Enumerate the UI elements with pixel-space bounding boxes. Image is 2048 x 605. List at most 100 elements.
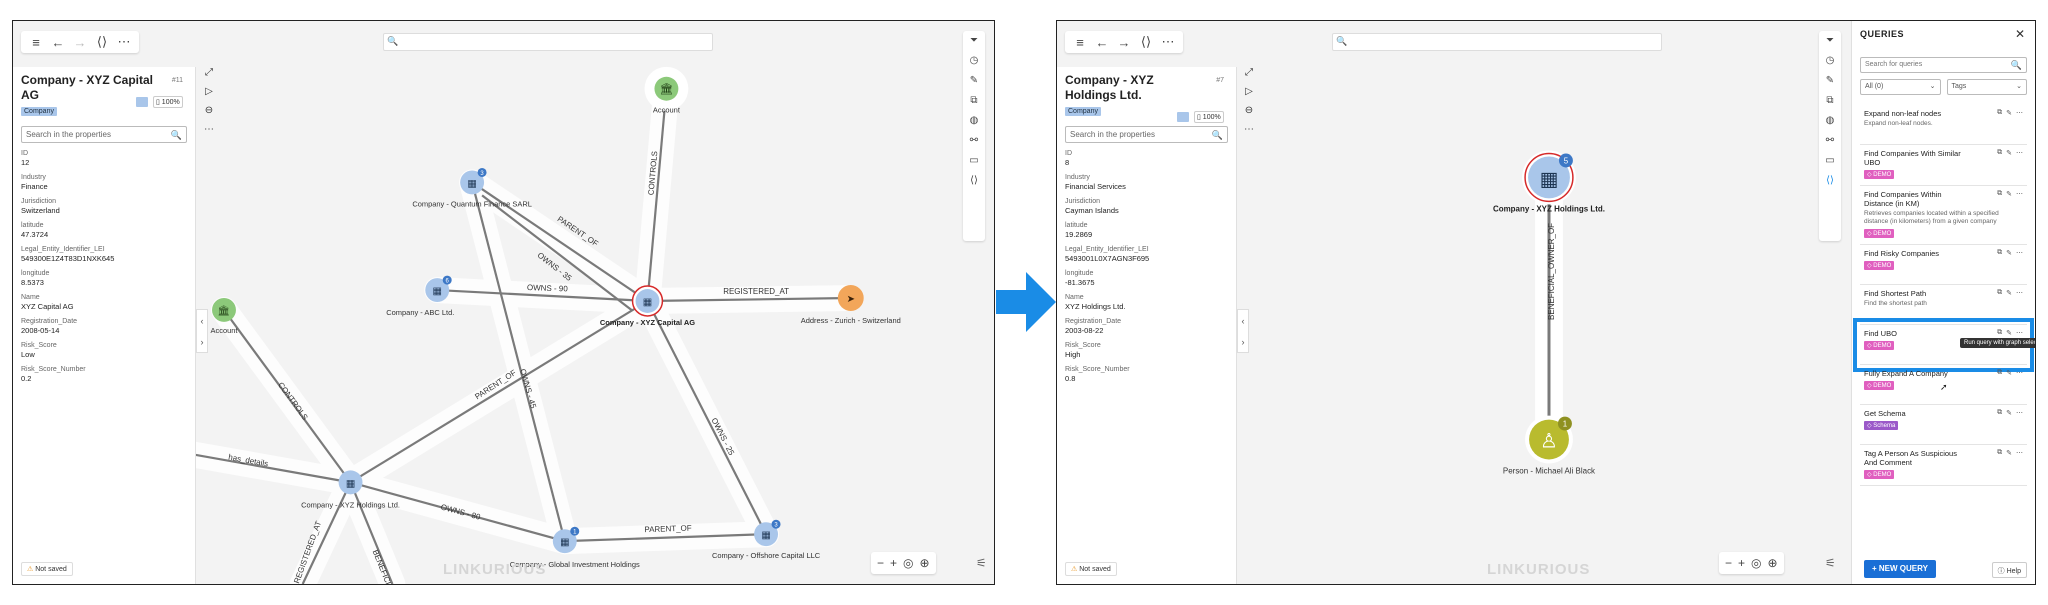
run-with-selection-icon[interactable]: ⧉ (1997, 149, 2002, 157)
more-icon[interactable]: ⋯ (2016, 369, 2023, 377)
code-icon[interactable]: ⟨⟩ (1826, 175, 1834, 186)
query-item[interactable]: Find Shortest Path Find the shortest path… (1860, 285, 2027, 325)
brush-icon[interactable]: ✎ (1826, 75, 1834, 86)
style-icon[interactable]: ◍ (1826, 115, 1835, 126)
edit-icon[interactable]: ✎ (2006, 149, 2012, 157)
graph-node[interactable]: ▦ 6 Company - ABC Ltd. (386, 275, 454, 317)
zoom-out-icon[interactable]: − (877, 556, 884, 570)
globe-icon[interactable]: ⊕ (1768, 556, 1778, 570)
zoom-chip[interactable]: ▯ 100% (1194, 111, 1224, 123)
properties-search-input[interactable]: Search in the properties 🔍 (21, 126, 187, 143)
comment-icon[interactable]: ▭ (969, 155, 978, 166)
properties-search-input[interactable]: Search in the properties 🔍 (1065, 126, 1228, 143)
panel-collapse-tab[interactable]: ‹ › (1237, 309, 1249, 353)
style-icon[interactable]: ◍ (970, 115, 979, 126)
network-icon[interactable]: ⧉ (1826, 95, 1833, 106)
query-item[interactable]: Find Risky Companies ◇ DEMO ⧉ ✎ ⋯ (1860, 245, 2027, 285)
filter-icon[interactable]: ⏷ (970, 35, 978, 46)
category-badge[interactable]: Company (1065, 107, 1101, 116)
clock-icon[interactable]: ◷ (1826, 55, 1835, 66)
more-icon[interactable]: ⋯ (204, 124, 214, 135)
new-query-button[interactable]: + NEW QUERY (1864, 560, 1936, 578)
network-icon[interactable]: ⧉ (970, 95, 977, 106)
edit-icon[interactable]: ✎ (2006, 109, 2012, 117)
code-icon[interactable]: ⟨⟩ (93, 34, 111, 50)
run-with-selection-icon[interactable]: ⧉ (1997, 409, 2002, 417)
color-chip[interactable] (1177, 112, 1189, 122)
more-icon[interactable]: ⋯ (2016, 249, 2023, 257)
edit-icon[interactable]: ✎ (2006, 329, 2012, 337)
edit-icon[interactable]: ✎ (2006, 249, 2012, 257)
edit-icon[interactable]: ✎ (2006, 409, 2012, 417)
layout-icon[interactable]: ⚟ (976, 556, 987, 570)
graph-search-input[interactable]: 🔍 (1332, 33, 1662, 51)
run-with-selection-icon[interactable]: ⧉ (1997, 190, 2002, 198)
play-icon[interactable]: ▷ (205, 86, 213, 97)
expand-icon[interactable]: ⤢ (205, 67, 213, 78)
more-icon[interactable]: ⋯ (1159, 34, 1177, 50)
code-icon[interactable]: ⟨⟩ (1137, 34, 1155, 50)
minus-circle-icon[interactable]: ⊖ (205, 105, 213, 116)
more-icon[interactable]: ⋯ (2016, 190, 2023, 198)
edit-icon[interactable]: ✎ (2006, 369, 2012, 377)
locate-icon[interactable]: ◎ (903, 556, 913, 570)
graph-search-input[interactable]: 🔍 (383, 33, 713, 51)
query-item[interactable]: Find Companies Within Distance (in KM) Re… (1860, 186, 2027, 245)
chevron-left-icon[interactable]: ‹ (201, 316, 204, 326)
run-with-selection-icon[interactable]: ⧉ (1997, 329, 2002, 337)
graph-node[interactable]: ▦ 3 Company - Quantum Finance SARL (412, 167, 532, 208)
more-icon[interactable]: ⋯ (2016, 449, 2023, 457)
zoom-out-icon[interactable]: − (1725, 556, 1732, 570)
zoom-in-icon[interactable]: + (1738, 556, 1745, 570)
filter-all-select[interactable]: All (0) ⌄ (1860, 79, 1941, 95)
close-icon[interactable]: ✕ (2015, 27, 2025, 41)
filter-tags-select[interactable]: Tags ⌄ (1946, 79, 2027, 95)
back-icon[interactable]: ← (49, 35, 67, 50)
graph-node-selected[interactable]: ▦ 5 Company - XYZ Holdings Ltd. (1493, 150, 1605, 214)
edit-icon[interactable]: ✎ (2006, 289, 2012, 297)
play-icon[interactable]: ▷ (1245, 86, 1253, 97)
menu-icon[interactable]: ≡ (1071, 35, 1089, 50)
category-badge[interactable]: Company (21, 107, 57, 116)
minus-circle-icon[interactable]: ⊖ (1245, 105, 1253, 116)
more-icon[interactable]: ⋯ (2016, 109, 2023, 117)
forward-icon[interactable]: → (71, 35, 89, 50)
more-icon[interactable]: ⋯ (1244, 124, 1254, 135)
filter-icon[interactable]: ⏷ (1826, 35, 1834, 46)
edit-icon[interactable]: ✎ (2006, 190, 2012, 198)
forward-icon[interactable]: → (1115, 35, 1133, 50)
run-with-selection-icon[interactable]: ⧉ (1997, 249, 2002, 257)
chevron-left-icon[interactable]: ‹ (1242, 316, 1245, 326)
edge-owns-25[interactable] (646, 300, 768, 535)
query-item[interactable]: Expand non-leaf nodes Expand non-leaf nod… (1860, 105, 2027, 145)
more-icon[interactable]: ⋯ (2016, 409, 2023, 417)
run-with-selection-icon[interactable]: ⧉ (1997, 369, 2002, 377)
back-icon[interactable]: ← (1093, 35, 1111, 50)
graph-node[interactable]: ♙ 1 Person - Michael Ali Black (1503, 415, 1595, 476)
more-icon[interactable]: ⋯ (2016, 329, 2023, 337)
chevron-right-icon[interactable]: › (201, 337, 204, 347)
query-item[interactable]: Get Schema ◇ Schema ⧉ ✎ ⋯ (1860, 405, 2027, 445)
brush-icon[interactable]: ✎ (970, 75, 978, 86)
edit-icon[interactable]: ✎ (2006, 449, 2012, 457)
zoom-chip[interactable]: ▯ 100% (153, 96, 183, 108)
share-icon[interactable]: ⚯ (970, 135, 978, 146)
graph-node[interactable]: 🏛 Account (644, 66, 689, 115)
help-button[interactable]: ⓘ Help (1991, 562, 2027, 578)
color-chip[interactable] (136, 97, 148, 107)
layout-icon[interactable]: ⚟ (1825, 556, 1836, 570)
code-icon[interactable]: ⟨⟩ (970, 175, 978, 186)
more-icon[interactable]: ⋯ (2016, 289, 2023, 297)
queries-search-input[interactable]: Search for queries 🔍 (1860, 57, 2027, 73)
clock-icon[interactable]: ◷ (970, 55, 979, 66)
run-with-selection-icon[interactable]: ⧉ (1997, 449, 2002, 457)
comment-icon[interactable]: ▭ (1825, 155, 1834, 166)
panel-collapse-tab[interactable]: ‹ › (196, 309, 208, 353)
chevron-right-icon[interactable]: › (1242, 337, 1245, 347)
more-icon[interactable]: ⋯ (2016, 149, 2023, 157)
more-icon[interactable]: ⋯ (115, 34, 133, 50)
query-item[interactable]: Tag A Person As Suspicious And Comment ◇ … (1860, 445, 2027, 486)
zoom-in-icon[interactable]: + (890, 556, 897, 570)
locate-icon[interactable]: ◎ (1751, 556, 1761, 570)
globe-icon[interactable]: ⊕ (920, 556, 930, 570)
